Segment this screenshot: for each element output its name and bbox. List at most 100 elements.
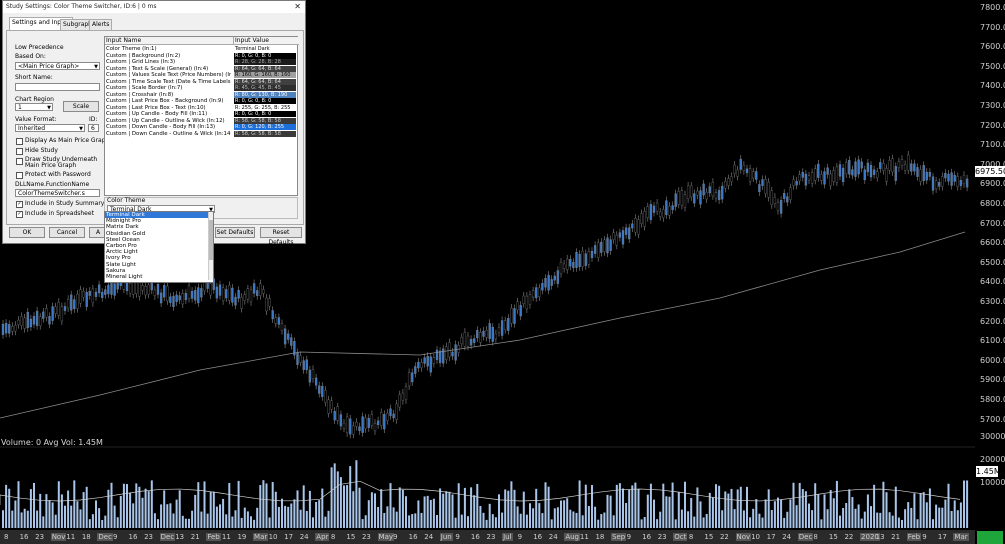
candle <box>934 180 938 189</box>
input-row-value[interactable]: R: 58, G: 58, B: 58 <box>234 117 296 124</box>
candle <box>804 173 808 186</box>
color-theme-dropdown-list[interactable]: Terminal Dark Midnight Pro Matrix Dark Obsi… <box>104 211 214 283</box>
draw-underneath-checkbox[interactable] <box>16 158 23 165</box>
candle <box>550 279 553 286</box>
hide-study-checkbox[interactable] <box>16 148 23 155</box>
input-row-name[interactable]: Custom | Last Price Box - Text (In:10) <box>106 105 231 111</box>
candle <box>907 154 910 171</box>
protect-password-checkbox[interactable] <box>16 172 23 179</box>
input-row-name[interactable]: Custom | Up Candle - Outline & Wick (In:… <box>106 118 231 124</box>
candle <box>646 206 649 218</box>
candle <box>218 284 222 296</box>
reset-defaults-button[interactable]: Reset Defaults <box>260 227 302 246</box>
candle <box>665 200 668 215</box>
candle <box>349 418 352 435</box>
volume-bar <box>324 516 327 528</box>
dialog-title-bar[interactable]: Study Settings: Color Theme Switcher, ID… <box>3 1 305 13</box>
input-row-value[interactable]: R: 255, G: 255, B: 255 <box>234 104 296 111</box>
chart-region-select[interactable]: 1 ▼ <box>15 103 53 111</box>
candle <box>482 330 485 337</box>
based-on-select[interactable]: <Main Price Graph> ▼ <box>15 62 100 70</box>
cancel-button[interactable]: Cancel <box>49 227 85 238</box>
candle <box>271 310 274 320</box>
time-axis[interactable]: 8 16 23 Nov 11 18 Dec 9 16 23 Dec 13 21 Feb 11 19 Mar 10 1… <box>0 530 975 544</box>
candle <box>417 361 420 369</box>
volume-bar <box>417 500 420 528</box>
candle <box>615 235 618 246</box>
input-row-name[interactable]: Custom | Down Candle - Outline & Wick (I… <box>106 131 231 137</box>
candle <box>429 356 432 373</box>
include-spreadsheet-checkbox[interactable]: ✓ <box>16 211 23 218</box>
volume-bar <box>370 492 373 528</box>
volume-bar <box>439 488 442 528</box>
input-row-value[interactable]: R: 58, G: 58, B: 58 <box>234 130 296 137</box>
scrollbar-thumb[interactable] <box>209 220 213 260</box>
candle <box>231 287 234 303</box>
volume-bar <box>956 510 959 528</box>
input-row-name[interactable]: Custom | Scale Border (In:7) <box>106 85 231 91</box>
volume-bar <box>897 517 900 528</box>
ok-button[interactable]: OK <box>9 227 45 238</box>
volume-bar <box>808 503 810 528</box>
set-defaults-button[interactable]: Set Defaults <box>215 227 255 238</box>
input-row-value[interactable]: R: 0, G: 0, B: 0 <box>234 98 296 104</box>
input-row-value[interactable]: R: 64, G: 64, B: 64 <box>234 78 296 85</box>
volume-bar <box>333 463 336 528</box>
value-format-select[interactable]: Inherited ▼ <box>15 124 85 132</box>
input-row-value[interactable]: R: 28, G: 28, B: 28 <box>234 59 296 65</box>
time-axis-label: 9 <box>393 533 398 541</box>
candle <box>947 173 950 182</box>
candle <box>860 161 863 169</box>
theme-option[interactable]: Mineral Light <box>105 274 213 280</box>
include-summary-label: Include in Study Summary <box>25 200 105 207</box>
input-row-name[interactable]: Custom | Crosshair (In:8) <box>106 92 231 98</box>
candle <box>634 218 637 233</box>
input-row-value[interactable]: R: 80, G: 130, B: 190 <box>234 91 296 98</box>
candle <box>277 317 281 325</box>
input-row-value[interactable]: R: 0, G: 0, B: 0 <box>234 111 296 117</box>
input-row-value[interactable]: R: 0, G: 120, B: 255 <box>234 124 296 130</box>
input-row-name[interactable]: Custom | Down Candle - Body Fill (In:13) <box>106 124 231 130</box>
input-row-name[interactable]: Custom | Text & Scale (General) (In:4) <box>106 66 231 72</box>
dll-field[interactable]: ColorThemeSwitcher.s <box>15 189 100 197</box>
candle <box>538 287 541 297</box>
short-name-label: Short Name: <box>15 74 53 81</box>
input-row-name[interactable]: Color Theme (In:1) <box>106 46 231 52</box>
candle <box>42 311 45 319</box>
input-row-name[interactable]: Custom | Time Scale Text (Date & Time La… <box>106 79 231 85</box>
display-as-main-checkbox[interactable] <box>16 138 23 145</box>
id-field[interactable]: 6 <box>88 124 99 132</box>
tab-alerts[interactable]: Alerts <box>89 19 113 30</box>
candle <box>786 196 789 203</box>
input-row-value[interactable]: R: 0, G: 0, B: 0 <box>234 52 296 59</box>
input-row-name[interactable]: Custom | Up Candle - Body Fill (In:11) <box>106 111 231 117</box>
short-name-input[interactable] <box>15 83 100 91</box>
price-scale-label: 6800.00 <box>980 199 1005 208</box>
based-on-label: Based On: <box>15 53 46 60</box>
volume-bar <box>587 506 590 528</box>
candle <box>643 211 646 227</box>
candle <box>721 185 724 200</box>
input-row-name[interactable]: Custom | Last Price Box - Background (In… <box>106 98 231 104</box>
input-row-value[interactable]: R: 64, G: 64, B: 64 <box>234 65 296 72</box>
input-row-name[interactable]: Custom | Background (In:2) <box>106 53 231 59</box>
volume-bar <box>122 483 125 528</box>
candle <box>262 289 265 294</box>
input-row-name[interactable]: Custom | Values Scale Text (Price Number… <box>106 72 231 78</box>
dropdown-scrollbar[interactable] <box>208 212 213 280</box>
volume-bar <box>405 496 407 528</box>
scale-button[interactable]: Scale <box>63 101 99 112</box>
candle <box>900 159 904 167</box>
input-row-value[interactable]: R: 45, G: 45, B: 45 <box>234 85 296 91</box>
input-row-value[interactable]: Terminal Dark <box>234 46 296 52</box>
close-icon[interactable]: ✕ <box>294 1 301 13</box>
inputs-grid[interactable]: Input Name Input Value Color Theme (In:1… <box>104 36 299 196</box>
include-summary-checkbox[interactable]: ✓ <box>16 201 23 208</box>
candle <box>897 161 901 169</box>
chevron-down-icon: ▼ <box>47 105 51 111</box>
candle <box>866 162 870 173</box>
input-row-value[interactable]: R: 160, G: 160, B: 160 <box>234 72 296 78</box>
candle <box>739 158 742 170</box>
input-row-name[interactable]: Custom | Grid Lines (In:3) <box>106 59 231 65</box>
volume-bar <box>501 512 504 528</box>
